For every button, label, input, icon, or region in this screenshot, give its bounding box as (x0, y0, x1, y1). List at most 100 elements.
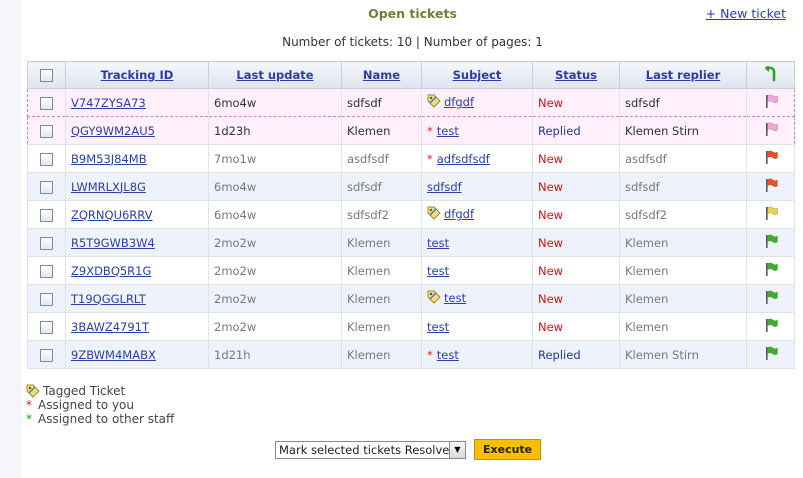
tracking-id-cell: ZQRNQU6RRV (65, 200, 209, 229)
table-row[interactable]: ZQRNQU6RRV 6mo4w sdfsdf2 dfgdf New sdfsdf2 (27, 200, 795, 229)
row-checkbox[interactable] (40, 292, 53, 306)
status-cell: Replied (532, 116, 620, 145)
subject-link[interactable]: test (427, 236, 449, 250)
row-checkbox[interactable] (40, 264, 53, 278)
subject-link[interactable]: adfsdfsdf (437, 152, 490, 166)
select-cell (27, 228, 66, 257)
bulk-actions: Mark selected tickets Resolved ▼ Execute (275, 439, 542, 460)
subject-link[interactable]: test (437, 348, 459, 362)
flag-icon[interactable] (763, 233, 779, 252)
flag-icon[interactable] (763, 121, 779, 140)
subject-link[interactable]: test (427, 320, 449, 334)
table-header-row: Tracking ID Last update Name Subject Sta… (27, 61, 795, 89)
row-checkbox[interactable] (40, 320, 53, 334)
tracking-id-link[interactable]: LWMRLXJL8G (71, 180, 146, 194)
tracking-id-cell: Z9XDBQ5R1G (65, 256, 209, 285)
tracking-id-link[interactable]: B9M53J84MB (71, 152, 147, 166)
priority-cell (746, 200, 795, 229)
flag-icon[interactable] (763, 289, 779, 308)
tag-icon (427, 206, 441, 223)
table-row[interactable]: 9ZBWM4MABX 1d21h Klemen * test Replied Klemen … (27, 340, 795, 369)
subject-link[interactable]: dfgdf (444, 207, 474, 221)
column-header-priority[interactable] (746, 61, 795, 89)
subject-cell: dfgdf (421, 200, 533, 229)
tracking-id-link[interactable]: QGY9WM2AU5 (71, 124, 155, 138)
tracking-id-link[interactable]: 9ZBWM4MABX (71, 348, 156, 362)
status-cell: New (532, 144, 620, 173)
column-header-last-update[interactable]: Last update (208, 61, 342, 89)
subject-link[interactable]: test (427, 264, 449, 278)
table-row[interactable]: R5T9GWB3W4 2mo2w Klemen test New Klemen (27, 228, 795, 257)
row-checkbox[interactable] (40, 180, 53, 194)
subject-cell: sdfsdf (421, 172, 533, 201)
execute-button[interactable]: Execute (474, 439, 542, 460)
last-replier-cell: asdfsdf (619, 144, 747, 173)
select-all-checkbox[interactable] (40, 69, 53, 82)
name-cell: Klemen (341, 312, 422, 341)
table-row[interactable]: Z9XDBQ5R1G 2mo2w Klemen test New Klemen (27, 256, 795, 285)
subject-link[interactable]: test (444, 291, 466, 305)
flag-icon[interactable] (763, 261, 779, 280)
page-title: Open tickets (368, 6, 457, 21)
priority-cell (746, 228, 795, 257)
status-text: New (538, 179, 564, 194)
flag-icon[interactable] (763, 205, 779, 224)
subject-link[interactable]: test (437, 124, 459, 138)
subject-cell: test (421, 284, 533, 313)
column-header-tracking-id[interactable]: Tracking ID (65, 61, 209, 89)
column-header-last-replier[interactable]: Last replier (619, 61, 747, 89)
priority-cell (746, 284, 795, 313)
tracking-id-link[interactable]: V747ZYSA73 (71, 96, 146, 110)
flag-icon[interactable] (763, 149, 779, 168)
tracking-id-link[interactable]: T19QGGLRLT (71, 292, 146, 306)
last-replier-cell: sdfsdf2 (619, 200, 747, 229)
assigned-star-icon: * (427, 151, 433, 166)
row-checkbox[interactable] (40, 348, 53, 362)
new-ticket-link[interactable]: + New ticket (706, 6, 786, 21)
select-cell (27, 172, 66, 201)
column-header-status[interactable]: Status (532, 61, 620, 89)
last-replier-cell: Klemen (619, 312, 747, 341)
subject-cell: test (421, 228, 533, 257)
flag-icon[interactable] (763, 93, 779, 112)
tracking-id-cell: T19QGGLRLT (65, 284, 209, 313)
tracking-id-link[interactable]: Z9XDBQ5R1G (71, 264, 151, 278)
row-checkbox[interactable] (40, 208, 53, 222)
last-replier-cell: Klemen (619, 284, 747, 313)
priority-cell (746, 116, 795, 145)
last-update-cell: 1d21h (208, 340, 342, 369)
status-cell: New (532, 172, 620, 201)
last-replier-cell: sdfsdf (619, 88, 747, 117)
table-row[interactable]: QGY9WM2AU5 1d23h Klemen * test Replied Klemen … (27, 116, 795, 145)
table-row[interactable]: V747ZYSA73 6mo4w sdfsdf dfgdf New sdfsdf (27, 88, 795, 117)
table-row[interactable]: B9M53J84MB 7mo1w asdfsdf * adfsdfsdf New asdfs… (27, 144, 795, 173)
column-header-subject[interactable]: Subject (421, 61, 533, 89)
legend-assigned-other: * Assigned to other staff (26, 412, 174, 426)
chevron-down-icon[interactable]: ▼ (449, 441, 465, 458)
row-checkbox[interactable] (40, 236, 53, 250)
flag-icon[interactable] (763, 317, 779, 336)
row-checkbox[interactable] (40, 96, 53, 110)
table-row[interactable]: LWMRLXJL8G 6mo4w sdfsdf sdfsdf New sdfsdf (27, 172, 795, 201)
tracking-id-cell: V747ZYSA73 (65, 88, 209, 117)
flag-icon[interactable] (763, 177, 779, 196)
row-checkbox[interactable] (40, 124, 53, 138)
sort-arrow-icon[interactable] (763, 64, 779, 82)
row-checkbox[interactable] (40, 152, 53, 166)
subject-cell: test (421, 312, 533, 341)
column-header-name[interactable]: Name (341, 61, 422, 89)
table-row[interactable]: 3BAWZ4791T 2mo2w Klemen test New Klemen (27, 312, 795, 341)
subject-link[interactable]: dfgdf (444, 95, 474, 109)
table-row[interactable]: T19QGGLRLT 2mo2w Klemen test New Klemen (27, 284, 795, 313)
flag-icon[interactable] (763, 345, 779, 364)
subject-link[interactable]: sdfsdf (427, 180, 462, 194)
tracking-id-link[interactable]: ZQRNQU6RRV (71, 208, 153, 222)
tracking-id-link[interactable]: 3BAWZ4791T (71, 320, 149, 334)
tracking-id-link[interactable]: R5T9GWB3W4 (71, 236, 155, 250)
last-update-cell: 6mo4w (208, 88, 342, 117)
subject-cell: * adfsdfsdf (421, 144, 533, 173)
bulk-action-select[interactable]: Mark selected tickets Resolved ▼ (275, 440, 466, 459)
name-cell: sdfsdf (341, 88, 422, 117)
name-cell: sdfsdf (341, 172, 422, 201)
green-star-icon: * (26, 412, 32, 426)
